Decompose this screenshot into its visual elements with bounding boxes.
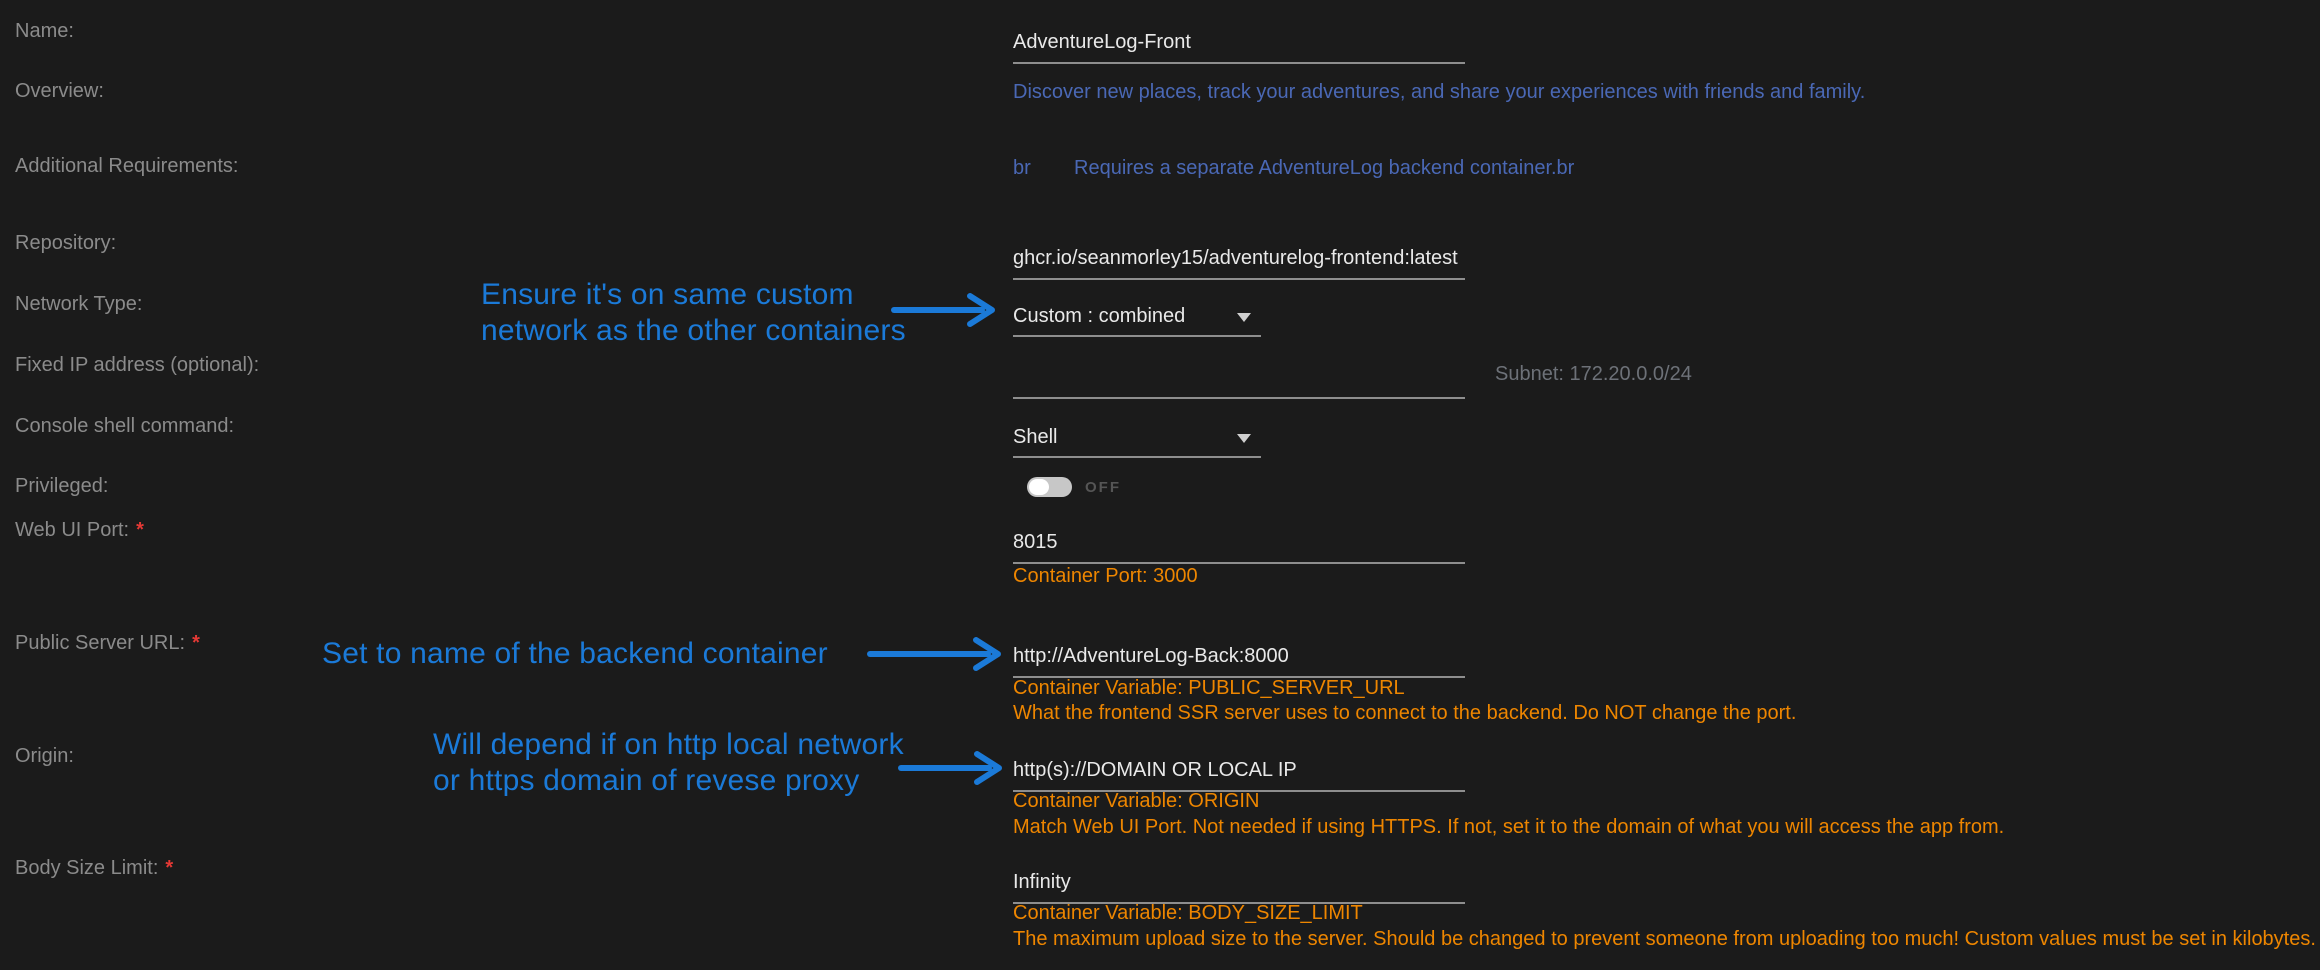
field-label-repository: Repository: — [15, 232, 116, 255]
field-label-network-type: Network Type: — [15, 293, 142, 316]
annotation-network-type: Ensure it's on same custom network as th… — [481, 277, 906, 349]
overview-text: Discover new places, track your adventur… — [1013, 81, 1865, 104]
public-server-url-variable: Container Variable: PUBLIC_SERVER_URL — [1013, 677, 1405, 700]
body-size-limit-description: The maximum upload size to the server. S… — [1013, 928, 2316, 951]
network-type-arrow-icon — [888, 290, 1004, 330]
network-type-select[interactable]: Custom : combined — [1013, 301, 1261, 337]
web-ui-port-input[interactable] — [1013, 526, 1465, 564]
additional-requirements-prefix: br — [1013, 157, 1031, 180]
body-size-limit-variable: Container Variable: BODY_SIZE_LIMIT — [1013, 902, 1363, 925]
field-label-name: Name: — [15, 20, 74, 43]
origin-input[interactable] — [1013, 754, 1465, 792]
field-label-additional-requirements: Additional Requirements: — [15, 155, 238, 178]
required-asterisk: * — [192, 632, 200, 654]
origin-description: Match Web UI Port. Not needed if using H… — [1013, 816, 2004, 839]
name-input[interactable] — [1013, 26, 1465, 64]
field-label-origin: Origin: — [15, 745, 74, 768]
console-shell-select[interactable]: Shell — [1013, 422, 1261, 458]
repository-input[interactable] — [1013, 242, 1465, 280]
chevron-down-icon — [1237, 434, 1251, 443]
fixed-ip-input[interactable] — [1013, 361, 1465, 399]
origin-arrow-icon — [895, 748, 1011, 788]
required-asterisk: * — [165, 857, 173, 879]
public-server-url-description: What the frontend SSR server uses to con… — [1013, 702, 1796, 725]
chevron-down-icon — [1237, 313, 1251, 322]
field-label-public-server-url: Public Server URL:* — [15, 632, 200, 655]
web-ui-port-help: Container Port: 3000 — [1013, 565, 1198, 588]
field-label-fixed-ip: Fixed IP address (optional): — [15, 354, 259, 377]
field-label-web-ui-port: Web UI Port:* — [15, 519, 144, 542]
toggle-knob-icon — [1029, 479, 1049, 495]
required-asterisk: * — [136, 519, 144, 541]
privileged-toggle[interactable] — [1027, 477, 1072, 497]
field-label-body-size-limit: Body Size Limit:* — [15, 857, 173, 880]
field-label-overview: Overview: — [15, 80, 104, 103]
privileged-toggle-state: OFF — [1085, 479, 1121, 496]
field-label-privileged: Privileged: — [15, 475, 108, 498]
public-server-url-arrow-icon — [864, 634, 1010, 674]
additional-requirements-text: Requires a separate AdventureLog backend… — [1074, 157, 1574, 180]
annotation-origin: Will depend if on http local network or … — [433, 727, 904, 799]
container-settings-form: Name: Overview: Additional Requirements:… — [0, 0, 2320, 970]
field-label-console-shell: Console shell command: — [15, 415, 234, 438]
subnet-note: Subnet: 172.20.0.0/24 — [1495, 363, 1692, 386]
body-size-limit-input[interactable] — [1013, 866, 1465, 904]
public-server-url-input[interactable] — [1013, 640, 1465, 678]
annotation-public-server-url: Set to name of the backend container — [322, 636, 828, 672]
origin-variable: Container Variable: ORIGIN — [1013, 790, 1259, 813]
